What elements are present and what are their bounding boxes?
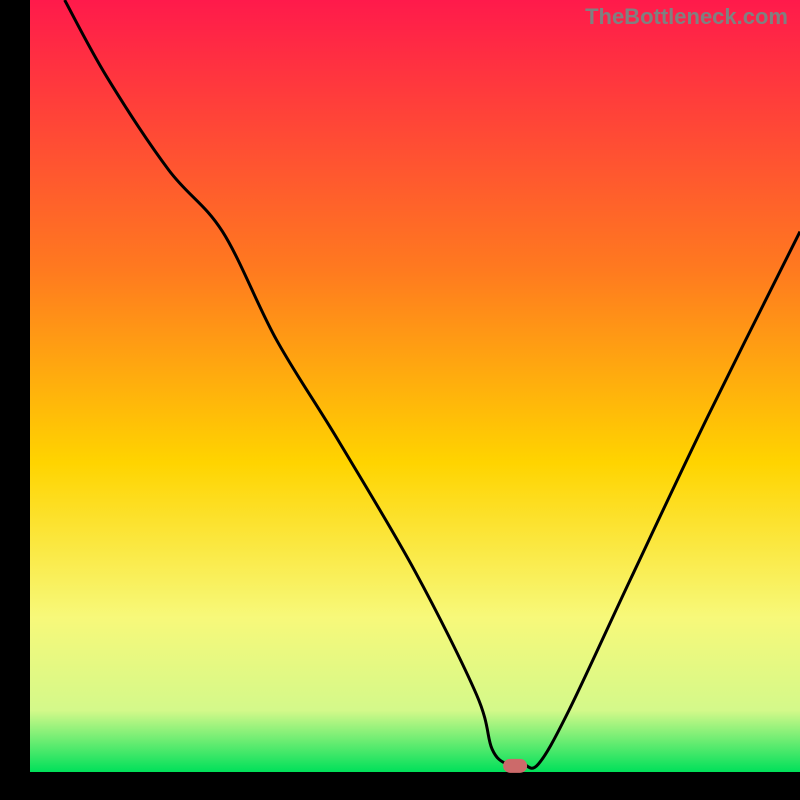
plot-background [30, 0, 800, 772]
chart-container: TheBottleneck.com [0, 0, 800, 800]
left-axis-band [0, 0, 30, 800]
watermark-text: TheBottleneck.com [585, 4, 788, 30]
optimal-marker [503, 759, 527, 773]
bottom-axis-band [0, 772, 800, 800]
bottleneck-chart [0, 0, 800, 800]
